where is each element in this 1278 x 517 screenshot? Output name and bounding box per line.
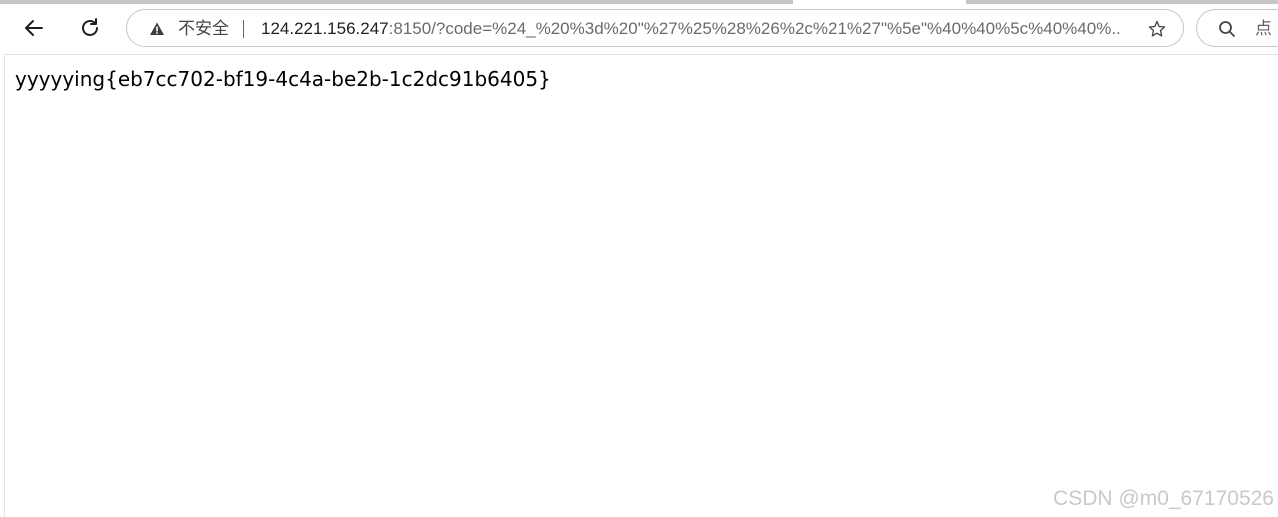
browser-window: 不安全 124.221.156.247:8150/?code=%24_%20%3…: [0, 0, 1278, 517]
address-bar[interactable]: 不安全 124.221.156.247:8150/?code=%24_%20%3…: [126, 9, 1184, 47]
omnibox-divider: [243, 20, 244, 38]
reload-icon: [82, 18, 98, 36]
arrow-left-icon: [25, 20, 43, 36]
url-path: :8150/?code=%24_%20%3d%20"%27%25%28%26%2…: [388, 19, 1121, 38]
page-content: yyyyying{eb7cc702-bf19-4c4a-be2b-1c2dc91…: [4, 54, 1278, 517]
warning-triangle-icon[interactable]: [149, 21, 165, 37]
browser-toolbar: 不安全 124.221.156.247:8150/?code=%24_%20%3…: [0, 4, 1278, 54]
watermark-text: CSDN @m0_67170526: [1053, 487, 1274, 510]
page-body-text: yyyyying{eb7cc702-bf19-4c4a-be2b-1c2dc91…: [15, 67, 551, 91]
side-search-box[interactable]: 点: [1196, 9, 1278, 47]
search-placeholder: 点: [1255, 19, 1272, 39]
reload-button[interactable]: [72, 10, 108, 46]
star-icon[interactable]: [1147, 19, 1167, 39]
url-text[interactable]: 124.221.156.247:8150/?code=%24_%20%3d%20…: [261, 19, 1121, 39]
security-status-label[interactable]: 不安全: [178, 19, 229, 39]
search-icon: [1219, 21, 1235, 37]
back-button[interactable]: [16, 10, 52, 46]
url-host: 124.221.156.247: [261, 19, 389, 38]
